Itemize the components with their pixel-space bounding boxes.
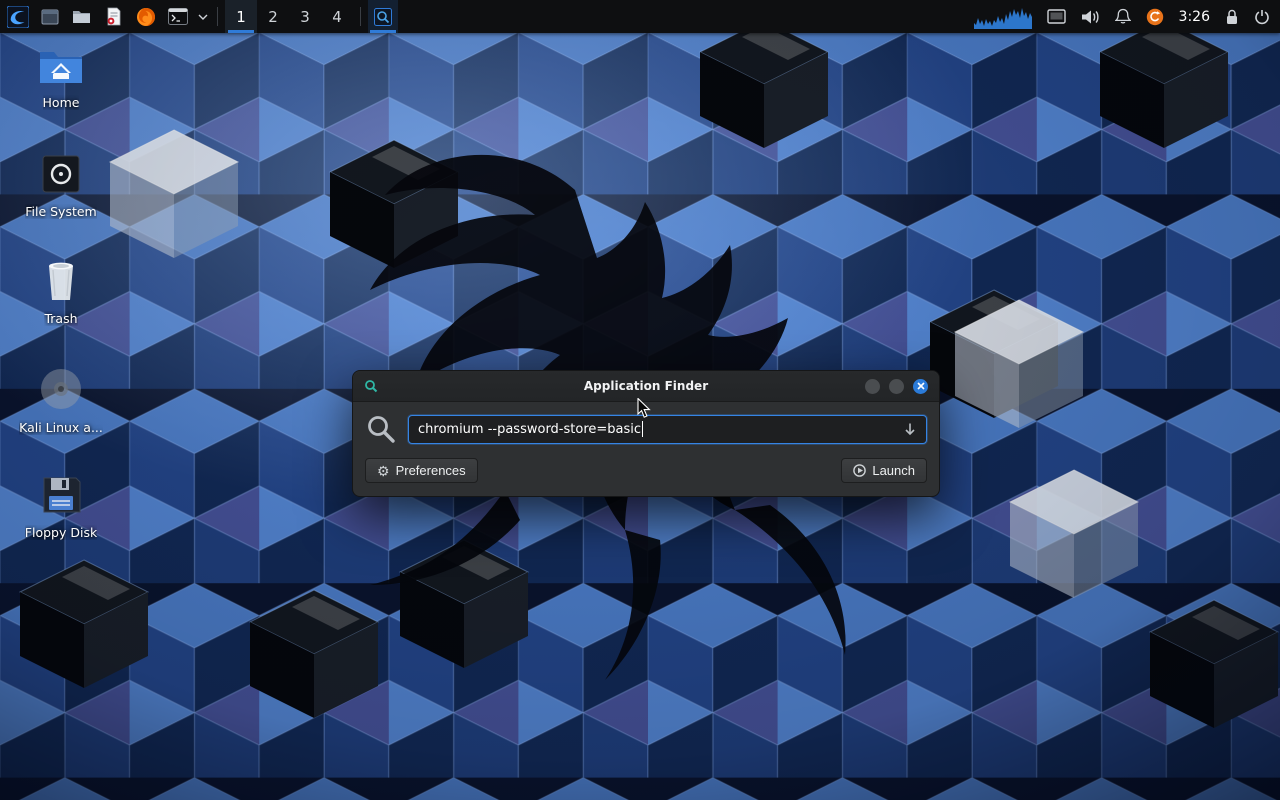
workspace-switcher: 1 2 3 4 (225, 0, 353, 33)
text-editor-launcher[interactable] (100, 3, 127, 30)
command-input[interactable]: chromium --password-store=basic (408, 415, 927, 444)
notifications-bell-icon[interactable] (1115, 8, 1131, 25)
window-title: Application Finder (353, 379, 939, 393)
workspace-1[interactable]: 1 (225, 0, 257, 33)
kali-disc-icon (39, 367, 83, 411)
launch-button-label: Launch (872, 463, 915, 478)
desktop-window-launcher[interactable] (36, 3, 63, 30)
kali-menu-button[interactable] (4, 3, 31, 30)
terminal-dropdown-caret-icon (198, 14, 208, 20)
firefox-launcher[interactable] (132, 3, 159, 30)
lock-icon[interactable] (1225, 9, 1239, 25)
desktop-icon-label: Floppy Disk (25, 525, 97, 540)
desktop-icon-label: Kali Linux a... (19, 420, 103, 435)
file-manager-icon (72, 7, 91, 26)
floppy-disk-icon (40, 474, 82, 516)
power-icon[interactable] (1254, 9, 1270, 25)
taskbar-application-finder[interactable] (368, 0, 398, 33)
search-icon (365, 413, 397, 445)
terminal-icon (168, 8, 188, 25)
window-buttons-area (368, 0, 398, 33)
finder-button-row: ⚙ Preferences Launch (365, 458, 927, 483)
top-panel: 1 2 3 4 (0, 0, 1280, 33)
command-input-value: chromium --password-store=basic (418, 422, 641, 437)
display-icon[interactable] (1047, 9, 1066, 25)
maximize-button[interactable] (889, 379, 904, 394)
panel-launchers (0, 0, 210, 33)
desktop-icon-file-system[interactable]: File System (16, 153, 106, 246)
launch-icon (853, 464, 866, 477)
workspace-2[interactable]: 2 (257, 0, 289, 33)
volume-icon[interactable] (1081, 9, 1100, 25)
network-graph-icon[interactable] (974, 5, 1032, 29)
search-row: chromium --password-store=basic (365, 413, 927, 445)
updates-icon[interactable] (1146, 8, 1164, 26)
file-system-icon (40, 153, 82, 195)
desktop-icon-trash[interactable]: Trash (16, 260, 106, 353)
window-title-search-icon (364, 379, 378, 393)
text-editor-icon (105, 7, 123, 26)
panel-status-area: 3:26 (974, 0, 1280, 33)
workspace-4[interactable]: 4 (321, 0, 353, 33)
down-arrow-icon[interactable] (903, 422, 917, 436)
file-manager-launcher[interactable] (68, 3, 95, 30)
home-folder-icon (38, 46, 84, 86)
titlebar[interactable]: Application Finder (353, 371, 939, 402)
minimize-button[interactable] (865, 379, 880, 394)
desktop-icon-label: File System (25, 204, 97, 219)
launch-button[interactable]: Launch (841, 458, 927, 483)
finder-body: chromium --password-store=basic ⚙ Prefer… (353, 402, 939, 496)
desktop-icon-label: Home (43, 95, 80, 110)
text-caret (642, 421, 643, 437)
preferences-button-label: Preferences (396, 463, 466, 478)
search-icon (374, 8, 392, 26)
close-button[interactable] (913, 379, 928, 394)
terminal-dropdown-button[interactable] (196, 3, 210, 30)
desktop-icon-label: Trash (44, 311, 77, 326)
preferences-button[interactable]: ⚙ Preferences (365, 458, 478, 483)
firefox-icon (136, 7, 156, 27)
panel-clock[interactable]: 3:26 (1179, 9, 1210, 25)
desktop-window-icon (41, 8, 59, 26)
window-controls (865, 379, 939, 394)
desktop-icon-home[interactable]: Home (16, 46, 106, 139)
workspace-3[interactable]: 3 (289, 0, 321, 33)
application-finder-window: Application Finder (352, 370, 940, 497)
panel-separator (217, 7, 218, 26)
trash-icon (41, 260, 81, 302)
desktop-icon-kali-disc[interactable]: Kali Linux a... (16, 367, 106, 460)
panel-separator (360, 7, 361, 26)
desktop-icon-floppy-disk[interactable]: Floppy Disk (16, 474, 106, 567)
desktop-icon-list: Home File System Trash (16, 46, 106, 567)
kali-menu-icon (7, 6, 29, 28)
close-icon (917, 382, 925, 390)
terminal-launcher[interactable] (164, 3, 191, 30)
gear-icon: ⚙ (377, 464, 390, 478)
